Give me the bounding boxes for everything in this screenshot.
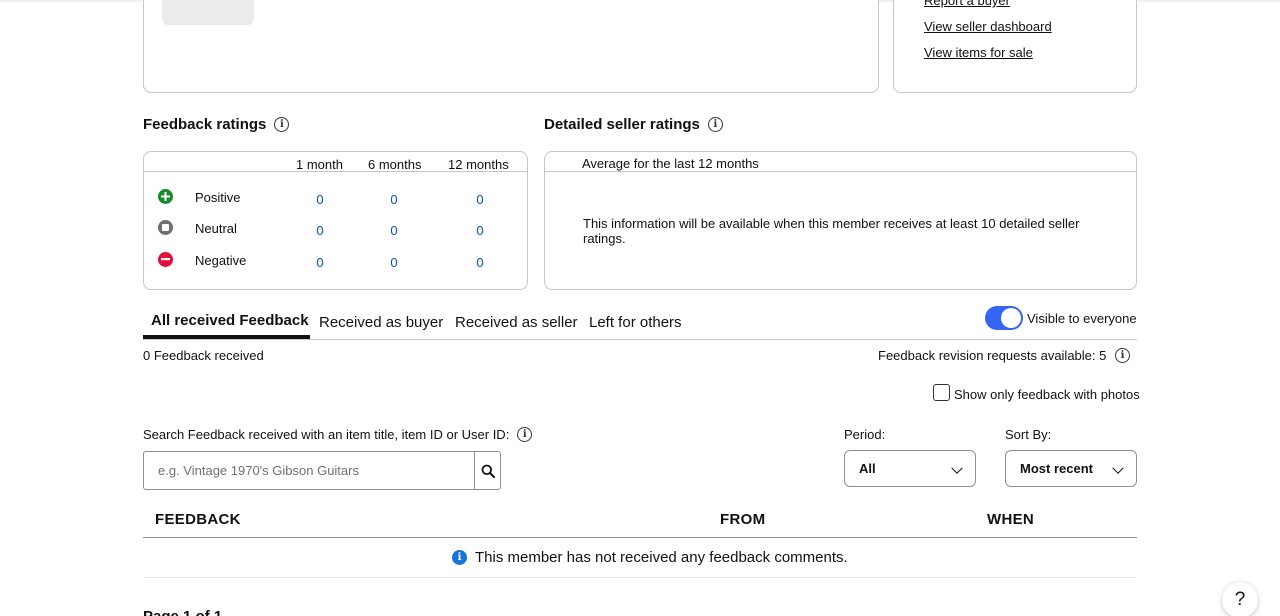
- col-1-month: 1 month: [296, 157, 343, 172]
- visibility-toggle[interactable]: [985, 306, 1023, 330]
- col-header-feedback: FEEDBACK: [155, 511, 241, 528]
- toggle-knob: [1001, 308, 1021, 328]
- rating-row-negative: Negative 0 0 0: [144, 252, 527, 272]
- help-button[interactable]: ?: [1222, 582, 1258, 616]
- feedback-ratings-heading: Feedback ratings: [143, 116, 267, 133]
- neutral-12-months[interactable]: 0: [470, 223, 490, 238]
- positive-12-months[interactable]: 0: [470, 192, 490, 207]
- col-header-from: FROM: [720, 511, 766, 528]
- detailed-header-divider: [545, 171, 1136, 172]
- photos-only-checkbox[interactable]: [933, 384, 950, 401]
- table-header-divider: [143, 537, 1137, 538]
- period-value: All: [859, 461, 876, 476]
- help-icon: ?: [1234, 589, 1246, 610]
- view-items-for-sale-link[interactable]: View items for sale: [924, 45, 1033, 60]
- report-buyer-link[interactable]: Report a buyer: [924, 0, 1010, 8]
- rating-label-negative: Negative: [195, 253, 247, 268]
- empty-feedback-row: i This member has not received any feedb…: [452, 549, 848, 566]
- profile-card: [143, 0, 879, 93]
- chevron-down-icon: [951, 462, 963, 474]
- sort-label: Sort By:: [1005, 427, 1052, 442]
- view-seller-dashboard-link[interactable]: View seller dashboard: [924, 19, 1052, 34]
- photos-only-label[interactable]: Show only feedback with photos: [954, 387, 1140, 402]
- table-bottom-divider: [143, 577, 1137, 578]
- detailed-ratings-heading: Detailed seller ratings: [544, 116, 700, 133]
- tabs-divider: [143, 339, 1137, 340]
- sort-value: Most recent: [1020, 461, 1093, 476]
- tab-received-as-seller[interactable]: Received as seller: [455, 314, 578, 331]
- info-circle-icon: i: [452, 550, 467, 565]
- tab-all-received-feedback[interactable]: All received Feedback: [151, 312, 309, 329]
- chevron-down-icon: [1112, 462, 1124, 474]
- rating-row-neutral: Neutral 0 0 0: [144, 220, 527, 240]
- visibility-label: Visible to everyone: [1027, 311, 1137, 326]
- info-icon[interactable]: i: [1115, 348, 1130, 363]
- tab-received-as-buyer[interactable]: Received as buyer: [319, 314, 443, 331]
- info-icon[interactable]: i: [274, 117, 290, 132]
- detailed-ratings-title: Detailed seller ratings i: [544, 116, 723, 133]
- detailed-ratings-message: This information will be available when …: [583, 216, 1080, 246]
- seller-links-card: Report a buyer View seller dashboard Vie…: [893, 0, 1137, 93]
- negative-1-month[interactable]: 0: [310, 255, 330, 270]
- plus-circle-icon: [158, 189, 173, 204]
- col-6-months: 6 months: [368, 157, 422, 172]
- search-label: Search Feedback received with an item ti…: [143, 427, 510, 442]
- neutral-circle-icon: [158, 220, 173, 235]
- pagination-text: Page 1 of 1: [143, 608, 222, 616]
- negative-12-months[interactable]: 0: [470, 255, 490, 270]
- empty-feedback-message: This member has not received any feedbac…: [475, 549, 848, 566]
- detailed-ratings-header: Average for the last 12 months: [582, 156, 759, 171]
- info-icon[interactable]: i: [707, 117, 723, 132]
- rating-label-neutral: Neutral: [195, 221, 237, 236]
- revision-requests-text: Feedback revision requests available: 5: [878, 348, 1107, 363]
- info-icon[interactable]: i: [517, 427, 533, 442]
- rating-row-positive: Positive 0 0 0: [144, 189, 527, 209]
- minus-circle-icon: [158, 252, 173, 267]
- feedback-ratings-title: Feedback ratings i: [143, 116, 290, 133]
- feedback-ratings-table: 1 month 6 months 12 months Positive 0 0 …: [143, 151, 528, 290]
- col-12-months: 12 months: [448, 157, 509, 172]
- search-input[interactable]: [143, 451, 475, 490]
- rating-label-positive: Positive: [195, 190, 241, 205]
- neutral-1-month[interactable]: 0: [310, 223, 330, 238]
- detailed-ratings-card: Average for the last 12 months This info…: [544, 151, 1137, 290]
- tab-left-for-others[interactable]: Left for others: [589, 314, 682, 331]
- positive-1-month[interactable]: 0: [310, 192, 330, 207]
- search-label-row: Search Feedback received with an item ti…: [143, 427, 533, 442]
- period-select[interactable]: All: [844, 450, 976, 487]
- period-label: Period:: [844, 427, 886, 442]
- search-icon: [481, 464, 495, 478]
- neutral-6-months[interactable]: 0: [384, 223, 404, 238]
- sort-select[interactable]: Most recent: [1005, 450, 1137, 487]
- positive-6-months[interactable]: 0: [384, 192, 404, 207]
- negative-6-months[interactable]: 0: [384, 255, 404, 270]
- feedback-count: 0 Feedback received: [143, 348, 264, 363]
- search-button[interactable]: [474, 451, 501, 490]
- col-header-when: WHEN: [987, 511, 1035, 528]
- profile-image-placeholder: [162, 0, 254, 25]
